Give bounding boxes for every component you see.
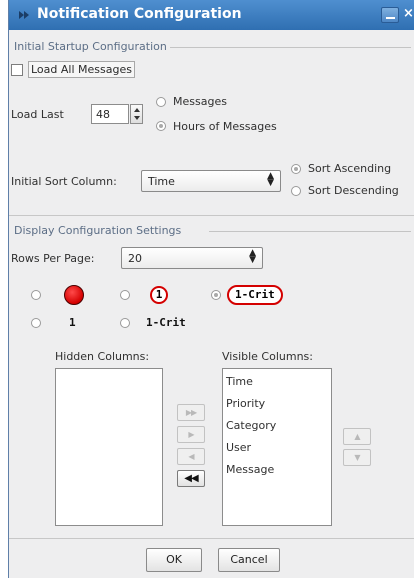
window-title: Notification Configuration bbox=[37, 6, 242, 22]
red-dot-icon bbox=[64, 285, 84, 305]
sort-ascending-radio[interactable] bbox=[291, 164, 301, 174]
unit-hours-label: Hours of Messages bbox=[173, 120, 277, 133]
minimize-button[interactable] bbox=[381, 7, 399, 23]
section-divider bbox=[9, 215, 414, 216]
visible-columns-label: Visible Columns: bbox=[222, 350, 313, 363]
move-all-left-button[interactable]: ◀◀ bbox=[177, 470, 205, 487]
rows-per-page-label: Rows Per Page: bbox=[11, 252, 95, 265]
list-item[interactable]: User bbox=[226, 441, 251, 454]
style-plain-crit-radio[interactable] bbox=[120, 318, 130, 328]
sort-column-select[interactable]: Time ▲ ▼ bbox=[141, 170, 281, 192]
move-right-button[interactable]: ▶ bbox=[177, 426, 205, 443]
unit-hours-radio[interactable] bbox=[156, 121, 166, 131]
plain-crit-sample: 1-Crit bbox=[146, 316, 186, 329]
load-last-input[interactable]: 48 bbox=[91, 104, 129, 124]
hidden-columns-label: Hidden Columns: bbox=[55, 350, 150, 363]
ok-button[interactable]: OK bbox=[146, 548, 202, 572]
style-red-dot-radio[interactable] bbox=[31, 290, 41, 300]
cancel-button[interactable]: Cancel bbox=[218, 548, 280, 572]
group-rule bbox=[159, 47, 411, 48]
style-plain-one-radio[interactable] bbox=[31, 318, 41, 328]
rows-per-page-select[interactable]: 20 ▲ ▼ bbox=[121, 247, 263, 269]
style-pill-radio[interactable] bbox=[211, 290, 221, 300]
load-last-label: Load Last bbox=[11, 108, 64, 121]
load-all-label-box[interactable]: Load All Messages bbox=[28, 61, 135, 78]
updown-arrow-icon: ▲ ▼ bbox=[249, 248, 256, 265]
spin-down-icon[interactable] bbox=[134, 116, 140, 120]
spin-up-icon[interactable] bbox=[134, 108, 140, 112]
close-icon[interactable]: × bbox=[403, 6, 414, 21]
list-item[interactable]: Priority bbox=[226, 397, 265, 410]
rows-per-page-value: 20 bbox=[128, 252, 142, 265]
display-group-legend: Display Configuration Settings bbox=[11, 224, 185, 237]
sort-column-label: Initial Sort Column: bbox=[11, 175, 117, 188]
footer-divider bbox=[9, 538, 414, 539]
list-item[interactable]: Message bbox=[226, 463, 274, 476]
sort-descending-label: Sort Descending bbox=[308, 184, 399, 197]
pill-crit-sample: 1-Crit bbox=[227, 285, 283, 305]
load-all-label: Load All Messages bbox=[31, 63, 132, 76]
load-all-checkbox[interactable] bbox=[11, 64, 23, 76]
startup-group-legend: Initial Startup Configuration bbox=[11, 40, 170, 53]
unit-messages-radio[interactable] bbox=[156, 97, 166, 107]
notification-config-window: Notification Configuration × Initial Sta… bbox=[8, 0, 414, 578]
sort-column-value: Time bbox=[148, 175, 175, 188]
app-icon bbox=[19, 11, 29, 19]
hidden-columns-list[interactable] bbox=[55, 368, 163, 526]
list-item[interactable]: Time bbox=[226, 375, 253, 388]
visible-columns-list[interactable]: Time Priority Category User Message bbox=[222, 368, 332, 526]
unit-messages-label: Messages bbox=[173, 95, 227, 108]
minimize-icon bbox=[386, 17, 395, 19]
style-ring-radio[interactable] bbox=[120, 290, 130, 300]
sort-ascending-label: Sort Ascending bbox=[308, 162, 392, 175]
plain-one-sample: 1 bbox=[69, 316, 76, 329]
group-rule bbox=[209, 231, 411, 232]
title-bar[interactable]: Notification Configuration × bbox=[9, 0, 414, 30]
move-up-button[interactable]: ▲ bbox=[343, 428, 371, 445]
list-item[interactable]: Category bbox=[226, 419, 276, 432]
load-last-spinner[interactable] bbox=[130, 104, 143, 124]
move-left-button[interactable]: ◀ bbox=[177, 448, 205, 465]
move-all-right-button[interactable]: ▶▶ bbox=[177, 404, 205, 421]
move-down-button[interactable]: ▼ bbox=[343, 449, 371, 466]
ring-one-sample: 1 bbox=[150, 286, 168, 304]
sort-descending-radio[interactable] bbox=[291, 186, 301, 196]
updown-arrow-icon: ▲ ▼ bbox=[267, 171, 274, 188]
